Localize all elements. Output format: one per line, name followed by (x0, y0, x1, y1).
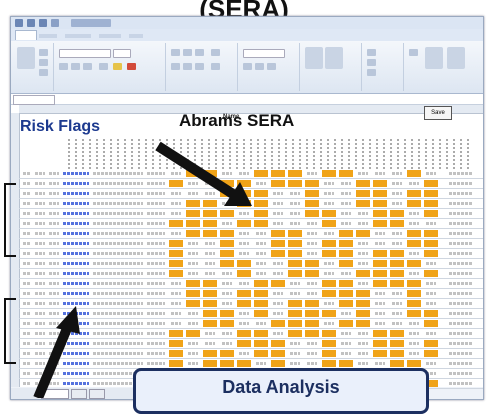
annotation-arrows (33, 141, 252, 398)
arrow-to-flags (155, 141, 252, 206)
arrow-to-links (33, 306, 80, 398)
callout-box: Data Analysis (133, 368, 429, 414)
callout-text: Data Analysis (222, 377, 340, 397)
